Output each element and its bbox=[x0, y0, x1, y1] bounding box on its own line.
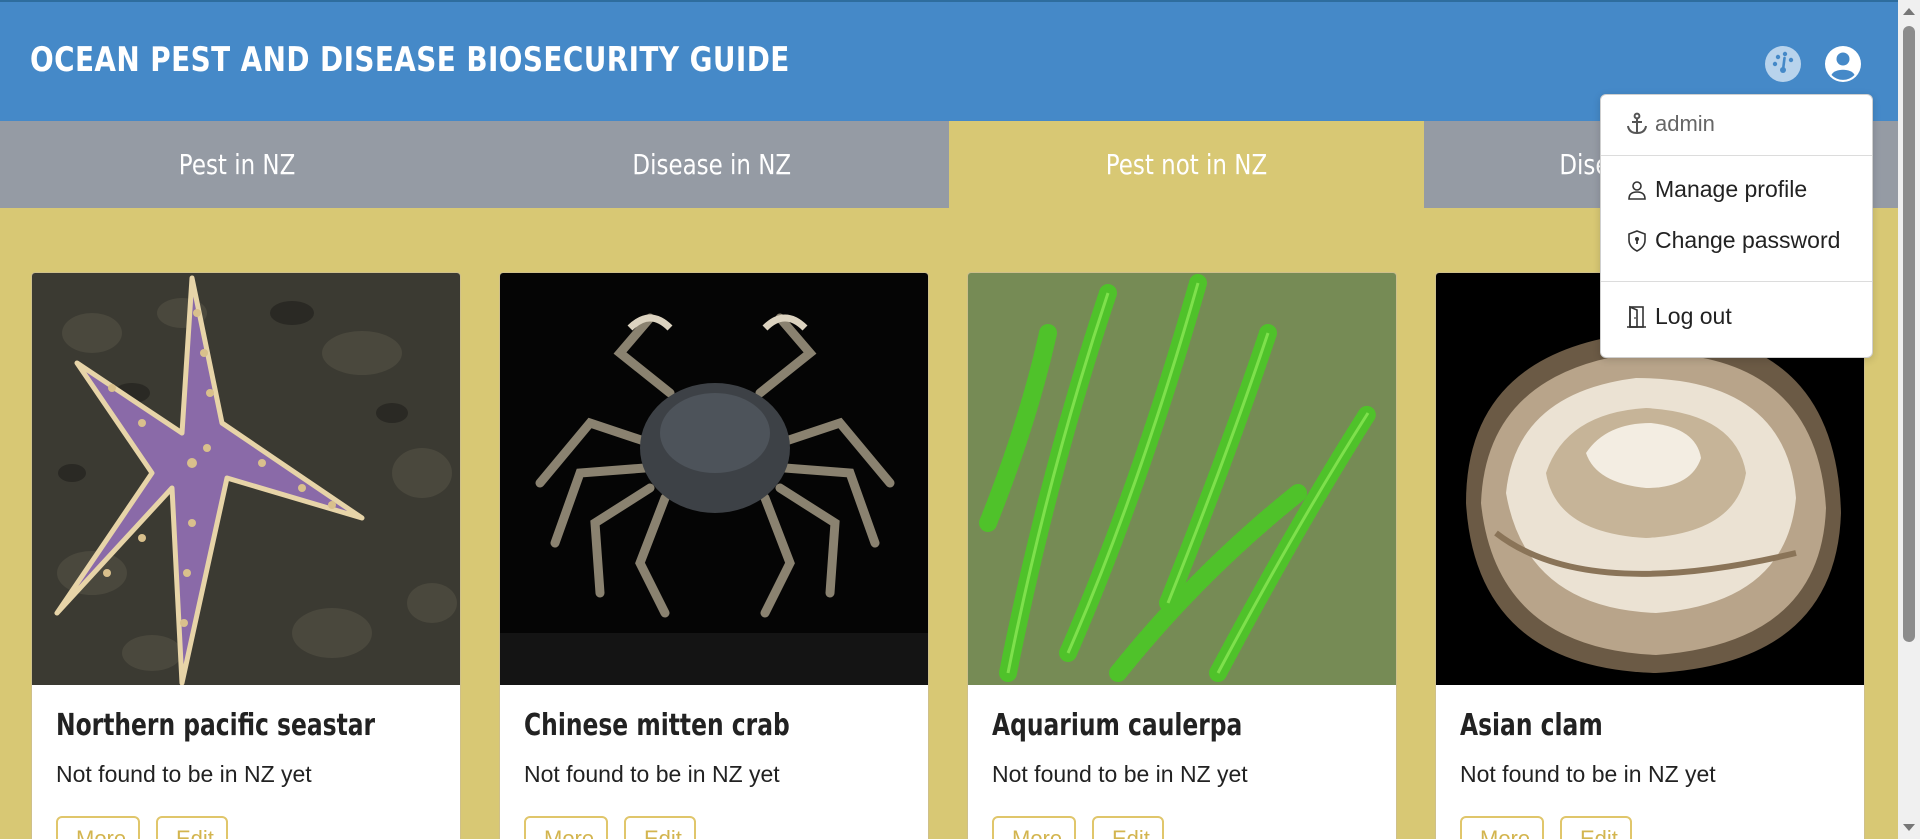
more-button[interactable]: More bbox=[992, 816, 1077, 839]
tab-label: Disease in NZ bbox=[632, 148, 792, 181]
species-card: Chinese mitten crab Not found to be in N… bbox=[499, 272, 929, 839]
menu-item-label: Log out bbox=[1655, 303, 1732, 329]
species-card-list: Northern pacific seastar Not found to be… bbox=[31, 272, 1871, 839]
tab-pest-in-nz[interactable]: Pest in NZ bbox=[0, 121, 475, 208]
user-dropdown-menu: admin Manage profile Change password Log… bbox=[1600, 94, 1873, 358]
shield-icon bbox=[1628, 229, 1646, 252]
tab-label: Pest not in NZ bbox=[1105, 148, 1267, 181]
crab-image bbox=[500, 273, 928, 685]
tab-pest-not-in-nz[interactable]: Pest not in NZ bbox=[949, 121, 1424, 208]
person-icon bbox=[1628, 180, 1646, 200]
more-button[interactable]: More bbox=[56, 816, 141, 839]
divider bbox=[1601, 155, 1872, 156]
more-button[interactable]: More bbox=[524, 816, 609, 839]
edit-button[interactable]: Edit bbox=[1092, 816, 1164, 839]
card-title: Chinese mitten crab bbox=[524, 708, 790, 743]
card-status: Not found to be in NZ yet bbox=[1460, 761, 1716, 787]
app-title: OCEAN PEST AND DISEASE BIOSECURITY GUIDE bbox=[30, 40, 790, 80]
more-button[interactable]: More bbox=[1460, 816, 1545, 839]
edit-button[interactable]: Edit bbox=[156, 816, 228, 839]
caulerpa-image bbox=[968, 273, 1396, 685]
card-title: Northern pacific seastar bbox=[56, 708, 376, 743]
user-circle-icon[interactable] bbox=[1823, 44, 1863, 84]
anchor-icon bbox=[1627, 112, 1647, 135]
tab-label: Pest in NZ bbox=[178, 148, 296, 181]
door-icon bbox=[1627, 305, 1646, 328]
species-card: Northern pacific seastar Not found to be… bbox=[31, 272, 461, 839]
card-title: Asian clam bbox=[1460, 708, 1603, 743]
menu-item-label: Change password bbox=[1655, 227, 1841, 253]
card-status: Not found to be in NZ yet bbox=[992, 761, 1248, 787]
scroll-up-arrow-icon[interactable] bbox=[1903, 8, 1915, 15]
card-title: Aquarium caulerpa bbox=[992, 708, 1243, 743]
card-status: Not found to be in NZ yet bbox=[524, 761, 780, 787]
username-label: admin bbox=[1655, 111, 1715, 136]
vertical-scrollbar[interactable] bbox=[1898, 0, 1920, 839]
seastar-image bbox=[32, 273, 460, 685]
edit-button[interactable]: Edit bbox=[1560, 816, 1632, 839]
manage-profile-item[interactable]: Manage profile bbox=[1625, 176, 1807, 203]
tab-disease-in-nz[interactable]: Disease in NZ bbox=[474, 121, 949, 208]
scroll-thumb[interactable] bbox=[1903, 26, 1915, 642]
dashboard-icon[interactable] bbox=[1763, 44, 1803, 84]
divider bbox=[1601, 281, 1872, 282]
dropdown-username: admin bbox=[1625, 111, 1715, 137]
scroll-down-arrow-icon[interactable] bbox=[1903, 824, 1915, 831]
change-password-item[interactable]: Change password bbox=[1625, 227, 1840, 254]
card-status: Not found to be in NZ yet bbox=[56, 761, 312, 787]
edit-button[interactable]: Edit bbox=[624, 816, 696, 839]
log-out-item[interactable]: Log out bbox=[1625, 303, 1732, 330]
menu-item-label: Manage profile bbox=[1655, 176, 1808, 202]
species-card: Aquarium caulerpa Not found to be in NZ … bbox=[967, 272, 1397, 839]
